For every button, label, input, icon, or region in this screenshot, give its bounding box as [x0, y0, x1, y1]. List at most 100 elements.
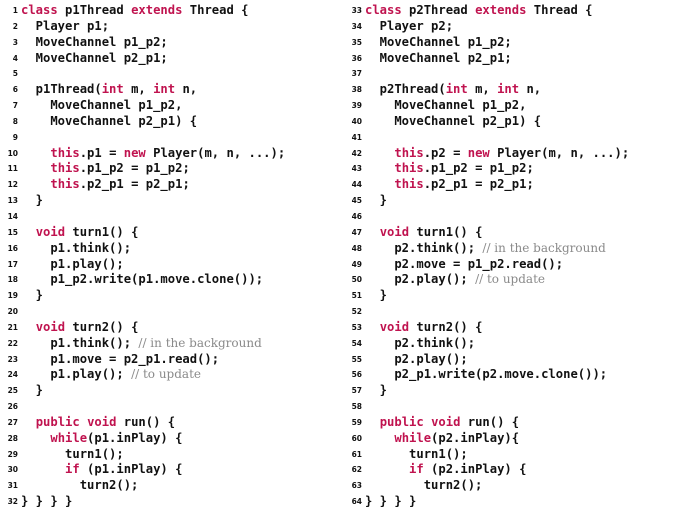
code-text: class p2Thread extends Thread { [365, 3, 592, 19]
line-number: 44 [351, 180, 362, 190]
code-token: } [365, 288, 388, 303]
line-number: 17 [7, 259, 18, 269]
code-line: 26 [2, 399, 285, 415]
code-line: 47 void turn1() { [346, 225, 629, 241]
code-line: 43 this.p1_p2 = p1_p2; [346, 161, 629, 177]
line-number: 53 [351, 322, 362, 332]
code-token: p1.think(); [21, 335, 139, 350]
code-listing-p1thread: 1 class p1Thread extends Thread {2 Player… [2, 3, 286, 510]
code-token: p2Thread( [365, 82, 446, 97]
code-text: turn2(); [365, 478, 483, 494]
code-text: } [365, 193, 387, 209]
code-text: } [365, 383, 387, 399]
keyword-token: class [21, 3, 58, 17]
line-number: 27 [7, 417, 18, 427]
code-token: n, [175, 82, 198, 97]
code-text: p1.move = p2_p1.read(); [21, 352, 219, 368]
line-number: 45 [351, 196, 362, 206]
code-token: p2.move = p1_p2.read(); [365, 256, 564, 271]
line-number: 40 [351, 116, 362, 126]
line-number: 56 [351, 370, 362, 380]
line-number: 2 [12, 21, 18, 31]
code-line: 45 } [346, 193, 629, 209]
code-line: 53 void turn2() { [346, 320, 629, 336]
code-text: Player p1; [21, 19, 109, 35]
code-text: void turn1() { [21, 225, 139, 241]
code-token: p2.think(); [365, 240, 483, 255]
code-token: run() { [460, 414, 520, 429]
code-text: this.p1_p2 = p1_p2; [21, 161, 189, 177]
code-text: p2.play(); [365, 352, 467, 368]
code-token: (p1.inPlay) { [79, 462, 183, 477]
code-token: m, [467, 82, 498, 97]
code-text: public void run() { [21, 415, 175, 431]
line-number: 64 [351, 497, 362, 507]
code-text: p1.think(); [21, 241, 131, 257]
code-token: p1_p2.write(p1.move.clone()); [21, 272, 264, 287]
line-number: 4 [12, 53, 18, 63]
comment-token: // to update [131, 367, 201, 382]
code-line: 24 p1.play(); // to update [2, 367, 285, 383]
comment-token: // in the background [138, 335, 262, 350]
code-text: if (p1.inPlay) { [21, 462, 182, 478]
code-token: } [21, 288, 44, 303]
code-text: void turn2() { [21, 319, 139, 336]
keyword-token: void [379, 224, 410, 239]
code-token: (p2.inPlay){ [431, 430, 520, 445]
line-number: 54 [351, 338, 362, 348]
line-number: 57 [351, 386, 362, 396]
line-number: 39 [351, 101, 362, 111]
code-token: .p2 = [423, 145, 468, 160]
code-token: Player(m, n, ...); [489, 145, 630, 160]
code-token: MoveChannel p1_p2, [21, 98, 183, 113]
code-token: Player(m, n, ...); [145, 145, 286, 160]
line-number: 33 [351, 6, 362, 15]
code-token: p1.think(); [21, 240, 132, 255]
code-line: 23 p1.move = p2_p1.read(); [2, 352, 285, 368]
line-number: 43 [351, 164, 362, 174]
code-text: while(p2.inPlay){ [365, 431, 519, 447]
code-line: 57 } [346, 383, 629, 399]
code-token: turn1() { [409, 224, 483, 239]
code-line: 4 MoveChannel p2_p1; [2, 51, 285, 67]
code-text: if (p2.inPlay) { [365, 462, 526, 478]
code-text: while(p1.inPlay) { [21, 431, 182, 447]
code-line: 8 MoveChannel p2_p1) { [2, 114, 285, 130]
line-number: 38 [351, 85, 362, 95]
keyword-token: while [50, 430, 88, 445]
code-token: (p1.inPlay) { [87, 430, 183, 445]
line-number: 28 [7, 433, 18, 443]
line-number: 42 [351, 148, 362, 158]
code-text: this.p2_p1 = p2_p1; [21, 177, 190, 193]
line-number: 32 [7, 497, 18, 507]
code-token: p1.play(); [21, 367, 132, 382]
code-line: 16 p1.think(); [2, 241, 285, 257]
code-text: p2.play(); // to update [365, 272, 545, 288]
code-text: } [365, 288, 387, 304]
code-token: p2_p1.write(p2.move.clone()); [365, 367, 608, 382]
line-number: 50 [351, 275, 362, 285]
code-token: .p2_p1 = p2_p1; [79, 177, 190, 192]
code-token: n, [519, 82, 542, 97]
code-line: 60 while(p2.inPlay){ [346, 431, 629, 447]
code-line: 19 } [2, 288, 285, 304]
line-number: 10 [7, 148, 18, 158]
code-token: p2.play(); [365, 272, 476, 287]
code-token: .p2_p1 = p2_p1; [423, 177, 534, 192]
code-line: 58 [346, 399, 629, 415]
keyword-token: void [35, 319, 66, 334]
code-text: p1.play(); // to update [21, 367, 201, 383]
code-text: } [21, 288, 43, 304]
code-token: Player p1; [21, 18, 110, 33]
line-number: 3 [12, 37, 18, 47]
code-line: 35 MoveChannel p1_p2; [346, 35, 629, 51]
code-line: 20 [2, 304, 285, 320]
code-token: } [21, 383, 44, 398]
code-text: p2.think(); // in the background [365, 240, 605, 257]
keyword-token: void [87, 414, 117, 429]
code-token: } [365, 193, 388, 208]
keyword-token: void [379, 319, 410, 334]
